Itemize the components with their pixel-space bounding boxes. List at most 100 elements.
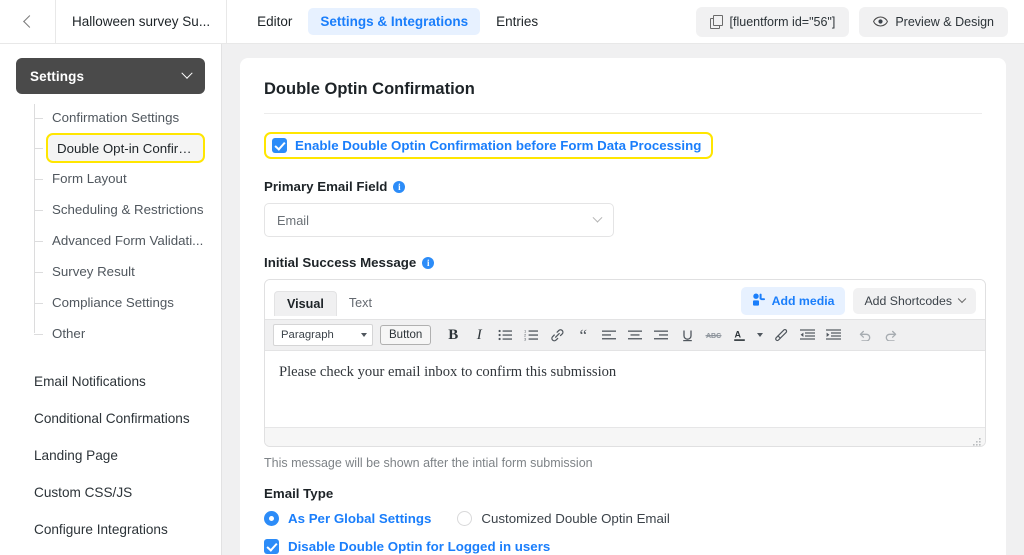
bold-icon[interactable]: B: [441, 324, 465, 346]
sidebar-item-double-optin-confirmation[interactable]: Double Opt-in Confirma...: [34, 133, 205, 163]
svg-text:A: A: [734, 330, 741, 340]
tab-settings-integrations[interactable]: Settings & Integrations: [308, 8, 481, 35]
insert-button-button[interactable]: Button: [380, 325, 432, 345]
add-shortcodes-label: Add Shortcodes: [864, 294, 952, 308]
clear-formatting-icon[interactable]: [769, 324, 793, 346]
sidebar-item-label: Advanced Form Validati...: [52, 233, 204, 248]
body-wrapper: Settings Confirmation Settings Double Op…: [0, 44, 1024, 555]
svg-text:ABC: ABC: [706, 333, 721, 340]
italic-icon[interactable]: I: [467, 324, 491, 346]
increase-indent-icon[interactable]: [821, 324, 845, 346]
strikethrough-icon[interactable]: ABC: [701, 324, 725, 346]
radio-label: Customized Double Optin Email: [481, 511, 670, 526]
align-left-icon[interactable]: [597, 324, 621, 346]
radio-button[interactable]: [264, 511, 279, 526]
shortcode-label: [fluentform id="56"]: [729, 14, 836, 29]
paragraph-format-select[interactable]: Paragraph: [273, 324, 373, 346]
sidebar-item-survey-result[interactable]: Survey Result: [0, 256, 221, 287]
initial-success-label-text: Initial Success Message: [264, 255, 417, 270]
radio-customized-double-optin-email[interactable]: Customized Double Optin Email: [457, 511, 670, 526]
sidebar-item-label: Compliance Settings: [52, 295, 174, 310]
sidebar-item-email-notifications[interactable]: Email Notifications: [0, 363, 221, 400]
eye-icon: [873, 16, 889, 27]
sidebar-item-landing-page[interactable]: Landing Page: [0, 437, 221, 474]
decrease-indent-icon[interactable]: [795, 324, 819, 346]
tab-entries[interactable]: Entries: [484, 8, 550, 35]
align-center-icon[interactable]: [623, 324, 647, 346]
sidebar-item-compliance-settings[interactable]: Compliance Settings: [0, 287, 221, 318]
sidebar-item-scheduling-restrictions[interactable]: Scheduling & Restrictions: [0, 194, 221, 225]
sidebar-item-other[interactable]: Other: [0, 318, 221, 349]
sidebar-item-label: Form Layout: [52, 171, 127, 186]
preview-design-button[interactable]: Preview & Design: [859, 6, 1008, 37]
editor-top-bar: Visual Text Add media Add Shortcodes: [265, 280, 985, 319]
top-bar-actions: [fluentform id="56"] Preview & Design: [695, 0, 1024, 43]
align-right-icon[interactable]: [649, 324, 673, 346]
initial-success-message-label: Initial Success Message i: [264, 255, 982, 270]
blockquote-icon[interactable]: “: [571, 324, 595, 346]
radio-button[interactable]: [457, 511, 473, 526]
divider: [264, 113, 982, 114]
sidebar-settings-header-label: Settings: [30, 68, 85, 84]
radio-as-per-global-settings[interactable]: As Per Global Settings: [264, 511, 431, 526]
sidebar-main-nav: Email Notifications Conditional Confirma…: [0, 363, 221, 548]
editor-tab-text[interactable]: Text: [337, 291, 384, 315]
enable-double-optin-checkbox[interactable]: [272, 138, 287, 153]
sidebar-item-confirmation-settings[interactable]: Confirmation Settings: [0, 102, 221, 133]
highlight-box: Double Opt-in Confirma...: [46, 133, 205, 163]
primary-email-select[interactable]: Email: [264, 203, 614, 237]
disable-double-optin-logged-in-row[interactable]: Disable Double Optin for Logged in users: [264, 539, 982, 554]
primary-email-label-text: Primary Email Field: [264, 179, 388, 194]
info-icon[interactable]: i: [422, 256, 435, 269]
chevron-down-icon: [361, 333, 367, 337]
primary-email-value: Email: [277, 212, 309, 228]
preview-label: Preview & Design: [895, 14, 994, 29]
undo-icon[interactable]: [853, 324, 877, 346]
nav-tabs: Editor Settings & Integrations Entries: [227, 0, 550, 43]
shortcode-button[interactable]: [fluentform id="56"]: [695, 6, 850, 37]
editor-status-bar: [265, 427, 985, 446]
triangle-down-icon: [757, 333, 764, 337]
add-media-button[interactable]: Add media: [740, 287, 846, 315]
radio-label: As Per Global Settings: [288, 511, 432, 526]
enable-double-optin-row[interactable]: Enable Double Optin Confirmation before …: [264, 132, 714, 159]
sidebar-settings-header[interactable]: Settings: [16, 58, 205, 94]
content-area: Double Optin Confirmation Enable Double …: [222, 44, 1024, 555]
add-shortcodes-button[interactable]: Add Shortcodes: [853, 288, 976, 314]
media-icon: [752, 293, 766, 309]
chevron-down-icon: [181, 67, 193, 79]
link-icon[interactable]: [545, 324, 569, 346]
underline-icon[interactable]: [675, 324, 699, 346]
sidebar-item-label: Survey Result: [52, 264, 135, 279]
settings-sidebar: Settings Confirmation Settings Double Op…: [0, 44, 222, 555]
numbered-list-icon[interactable]: 1 2 3: [519, 324, 543, 346]
back-button[interactable]: [0, 0, 56, 43]
sidebar-tree: Confirmation Settings Double Opt-in Conf…: [0, 102, 221, 349]
bulleted-list-icon[interactable]: [493, 324, 517, 346]
initial-success-helper-text: This message will be shown after the int…: [264, 456, 593, 470]
email-type-radio-group: As Per Global Settings Customized Double…: [264, 511, 982, 526]
sidebar-item-label: Scheduling & Restrictions: [52, 202, 204, 217]
sidebar-item-custom-css-js[interactable]: Custom CSS/JS: [0, 474, 221, 511]
enable-double-optin-label: Enable Double Optin Confirmation before …: [295, 138, 702, 153]
text-color-icon[interactable]: A: [727, 324, 751, 346]
disable-double-optin-label: Disable Double Optin for Logged in users: [288, 539, 551, 554]
sidebar-item-configure-integrations[interactable]: Configure Integrations: [0, 511, 221, 548]
disable-double-optin-checkbox[interactable]: [264, 539, 279, 554]
editor-tab-visual[interactable]: Visual: [274, 290, 337, 316]
redo-icon[interactable]: [879, 324, 903, 346]
resize-handle-icon[interactable]: [972, 434, 982, 446]
chevron-left-icon: [22, 15, 36, 28]
sidebar-item-form-layout[interactable]: Form Layout: [0, 163, 221, 194]
tab-editor[interactable]: Editor: [245, 8, 304, 35]
editor-content[interactable]: Please check your email inbox to confirm…: [265, 351, 985, 427]
sidebar-item-advanced-form-validation[interactable]: Advanced Form Validati...: [0, 225, 221, 256]
text-color-dropdown-icon[interactable]: [753, 324, 767, 346]
form-title-cell[interactable]: Halloween survey Su...: [56, 0, 228, 43]
primary-email-field-label: Primary Email Field i: [264, 179, 982, 194]
sidebar-item-conditional-confirmations[interactable]: Conditional Confirmations: [0, 400, 221, 437]
sidebar-item-label: Confirmation Settings: [52, 110, 180, 125]
top-bar: Halloween survey Su... Editor Settings &…: [0, 0, 1024, 44]
paragraph-format-value: Paragraph: [281, 329, 334, 341]
info-icon[interactable]: i: [393, 180, 406, 193]
